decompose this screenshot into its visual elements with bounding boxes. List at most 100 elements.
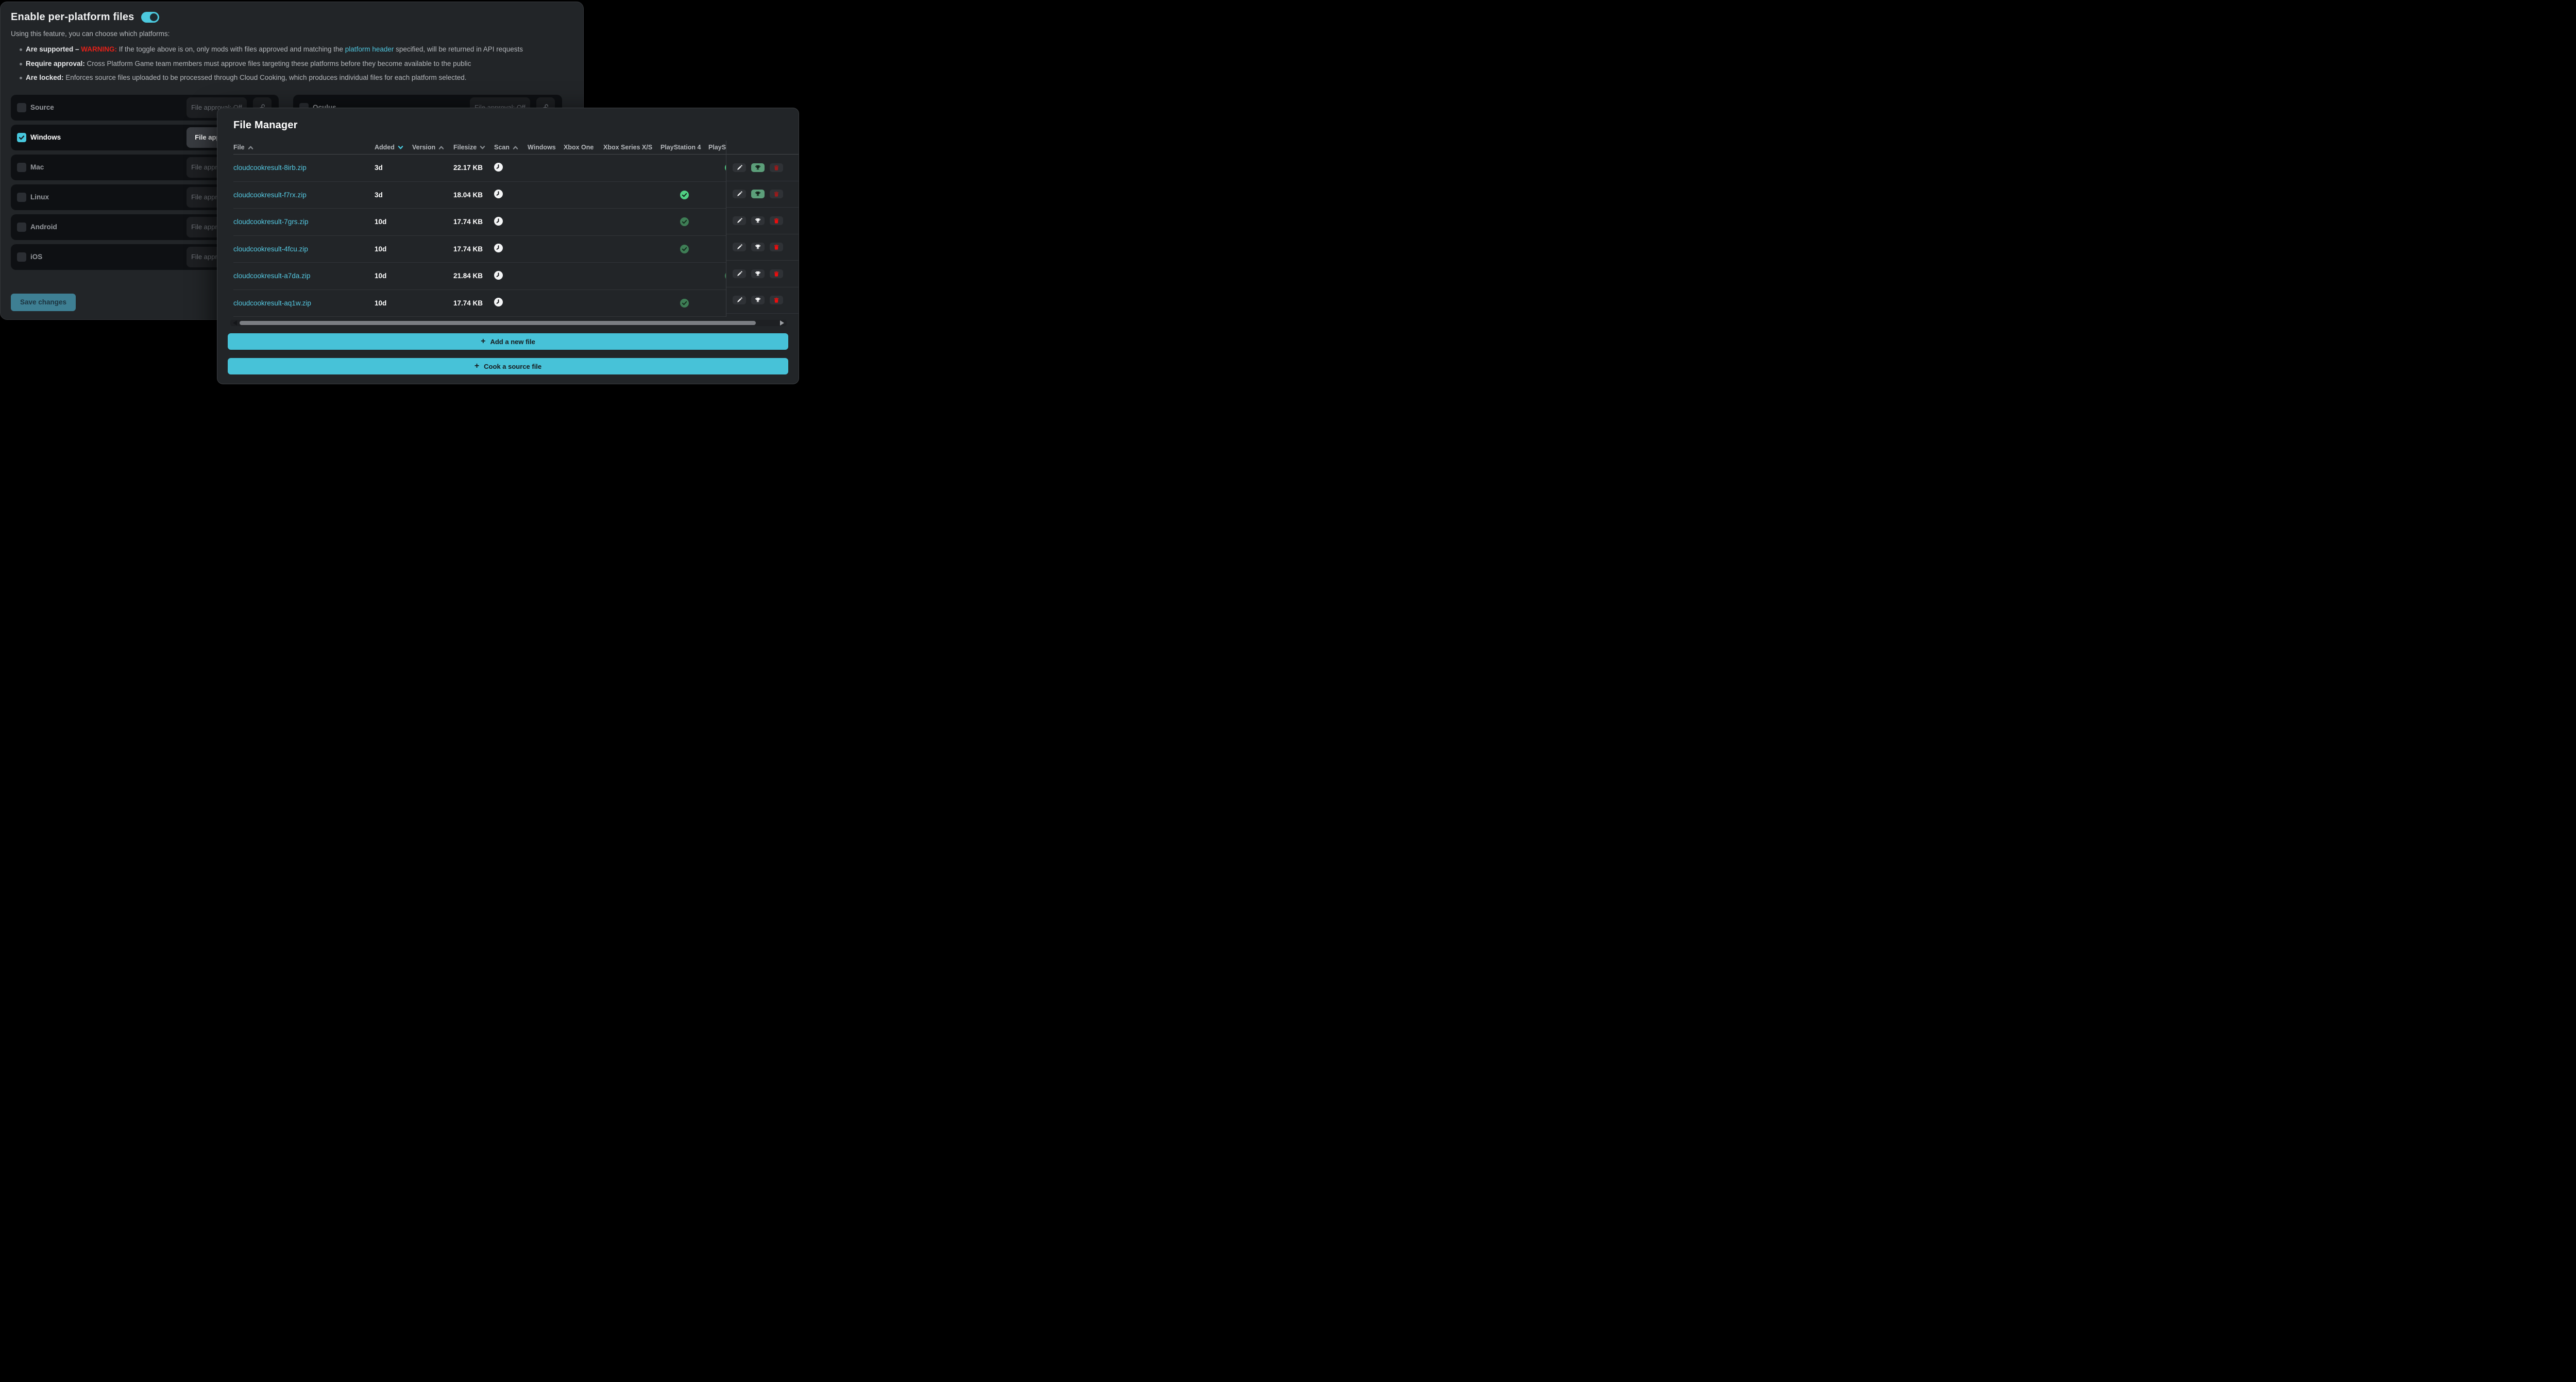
trophy-icon: [755, 218, 761, 224]
column-header-file[interactable]: File: [233, 144, 375, 151]
column-header-filesize[interactable]: Filesize: [453, 144, 494, 151]
pencil-icon: [737, 297, 742, 303]
plus-icon: +: [474, 362, 479, 370]
filesize-cell: 22.17 KB: [453, 164, 494, 172]
feature-bullet: Are locked: Enforces source files upload…: [20, 73, 573, 83]
file-table-row: cloudcookresult-a7da.zip 10d 21.84 KB: [233, 263, 726, 290]
platform-header-link[interactable]: platform header: [345, 45, 394, 53]
filesize-cell: 17.74 KB: [453, 218, 494, 226]
ps5-approved-cell: [708, 271, 726, 280]
scan-cell: [494, 298, 528, 308]
file-link[interactable]: cloudcookresult-aq1w.zip: [233, 299, 311, 307]
column-header-label: Scan: [494, 144, 510, 151]
delete-file-button[interactable]: [770, 243, 783, 251]
platform-checkbox[interactable]: [17, 103, 26, 112]
file-link[interactable]: cloudcookresult-f7rx.zip: [233, 191, 307, 199]
file-actions-row: [726, 234, 799, 261]
delete-file-button[interactable]: [770, 296, 783, 304]
edit-file-button[interactable]: [733, 163, 746, 172]
pencil-icon: [737, 191, 742, 197]
check-circle-icon: [680, 299, 689, 308]
platform-checkbox[interactable]: [17, 133, 26, 142]
trash-icon: [774, 297, 779, 303]
feature-bullet: Require approval: Cross Platform Game te…: [20, 59, 573, 70]
added-cell: 3d: [375, 191, 412, 199]
edit-file-button[interactable]: [733, 216, 746, 225]
delete-file-button[interactable]: [770, 216, 783, 225]
column-header-xbox-series-x-s: Xbox Series X/S: [603, 144, 660, 151]
column-header-label: Added: [375, 144, 395, 151]
ps4-approved-cell: [660, 299, 708, 308]
column-header-scan[interactable]: Scan: [494, 144, 528, 151]
actions-header-spacer: [726, 141, 799, 155]
bullet-bold-text: Are supported –: [26, 45, 81, 53]
platform-label: iOS: [30, 253, 42, 261]
rank-file-button[interactable]: [751, 296, 765, 304]
file-link[interactable]: cloudcookresult-8irb.zip: [233, 164, 307, 172]
scrollbar-track[interactable]: [240, 321, 777, 325]
file-link[interactable]: cloudcookresult-4fcu.zip: [233, 245, 308, 253]
file-actions-row: [726, 155, 799, 181]
file-table-row: cloudcookresult-f7rx.zip 3d 18.04 KB: [233, 182, 726, 209]
column-header-playstation-4: PlayStation 4: [660, 144, 708, 151]
screen: Enable per-platform files Using this fea…: [0, 0, 807, 395]
feature-bullets: Are supported – WARNING: If the toggle a…: [11, 44, 573, 83]
scan-cell: [494, 190, 528, 200]
column-header-version[interactable]: Version: [412, 144, 453, 151]
added-cell: 10d: [375, 272, 412, 280]
column-header-xbox-one: Xbox One: [564, 144, 603, 151]
cook-source-file-button[interactable]: + Cook a source file: [228, 358, 788, 374]
rank-file-button[interactable]: [751, 163, 765, 172]
add-new-file-button[interactable]: + Add a new file: [228, 333, 788, 350]
clock-icon: [494, 163, 503, 172]
clock-icon: [494, 217, 503, 226]
rank-file-button[interactable]: [751, 269, 765, 278]
ps4-approved-cell: [660, 245, 708, 253]
sort-desc-icon: [398, 145, 403, 150]
enable-per-platform-toggle[interactable]: [141, 12, 159, 23]
file-cell: cloudcookresult-7grs.zip: [233, 218, 375, 226]
scrollbar-thumb[interactable]: [240, 321, 756, 325]
ps5-approved-cell: [708, 163, 726, 172]
file-cell: cloudcookresult-a7da.zip: [233, 272, 375, 280]
scroll-left-arrow-icon[interactable]: [233, 320, 237, 326]
delete-file-button[interactable]: [770, 269, 783, 278]
rank-file-button[interactable]: [751, 216, 765, 225]
scan-cell: [494, 163, 528, 173]
edit-file-button[interactable]: [733, 243, 746, 251]
platform-checkbox[interactable]: [17, 193, 26, 202]
column-header-label: Xbox One: [564, 144, 594, 151]
rank-file-button[interactable]: [751, 190, 765, 198]
scroll-right-arrow-icon[interactable]: [780, 320, 784, 326]
settings-intro: Using this feature, you can choose which…: [11, 30, 573, 38]
horizontal-scrollbar[interactable]: [230, 320, 787, 326]
column-header-added[interactable]: Added: [375, 144, 412, 151]
column-header-label: File: [233, 144, 245, 151]
file-table-row: cloudcookresult-4fcu.zip 10d 17.74 KB: [233, 236, 726, 263]
save-changes-button[interactable]: Save changes: [11, 294, 76, 311]
trash-icon: [774, 218, 779, 224]
sort-asc-icon: [513, 145, 518, 150]
file-link[interactable]: cloudcookresult-7grs.zip: [233, 218, 309, 226]
edit-file-button[interactable]: [733, 296, 746, 304]
bullet-bold-text: Require approval:: [26, 60, 85, 67]
file-manager-panel: File Manager File Added Version Filesize…: [217, 108, 799, 384]
edit-file-button[interactable]: [733, 190, 746, 198]
platform-checkbox[interactable]: [17, 252, 26, 262]
rank-file-button[interactable]: [751, 243, 765, 251]
ps4-approved-cell: [660, 217, 708, 226]
file-cell: cloudcookresult-8irb.zip: [233, 164, 375, 172]
edit-file-button[interactable]: [733, 269, 746, 278]
cook-source-file-label: Cook a source file: [484, 363, 541, 370]
platform-checkbox[interactable]: [17, 223, 26, 232]
file-link[interactable]: cloudcookresult-a7da.zip: [233, 272, 310, 280]
warning-text: WARNING:: [81, 45, 117, 53]
file-actions-row: [726, 208, 799, 234]
delete-file-button[interactable]: [770, 163, 783, 172]
delete-file-button[interactable]: [770, 190, 783, 198]
trash-icon: [774, 244, 779, 250]
file-actions-column: [726, 141, 799, 317]
file-table-rows: cloudcookresult-8irb.zip 3d 22.17 KB clo…: [233, 155, 726, 317]
trophy-icon: [755, 191, 761, 197]
platform-checkbox[interactable]: [17, 163, 26, 172]
